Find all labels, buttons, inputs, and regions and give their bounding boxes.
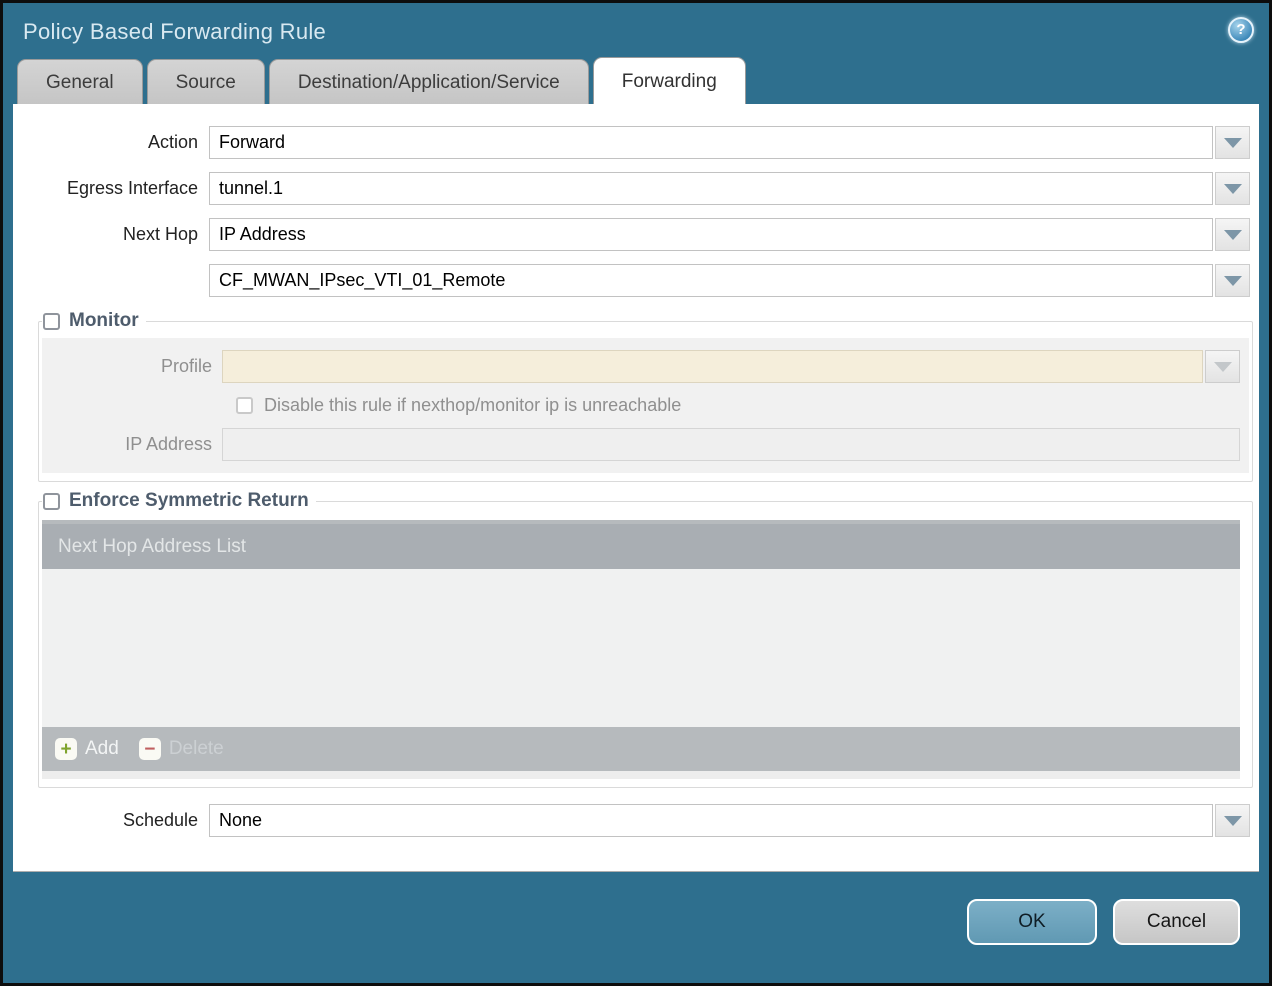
action-row: Action (13, 126, 1250, 159)
next-hop-address-input[interactable] (209, 264, 1213, 297)
chevron-down-icon (1224, 816, 1242, 826)
disable-rule-label: Disable this rule if nexthop/monitor ip … (264, 395, 681, 416)
monitor-profile-label: Profile (42, 356, 222, 377)
egress-interface-field (209, 172, 1250, 205)
monitor-legend-label: Monitor (69, 310, 139, 332)
next-hop-address-row (13, 264, 1250, 297)
add-button[interactable]: + Add (55, 738, 119, 760)
tab-destination-application-service[interactable]: Destination/Application/Service (269, 59, 589, 104)
next-hop-label: Next Hop (13, 224, 209, 245)
delete-button-label: Delete (169, 738, 224, 760)
schedule-label: Schedule (13, 810, 209, 831)
symmetric-return-legend: Enforce Symmetric Return (42, 490, 316, 512)
symmetric-return-checkbox[interactable] (43, 493, 60, 510)
chevron-down-icon (1224, 276, 1242, 286)
schedule-dropdown-button[interactable] (1215, 804, 1250, 837)
monitor-checkbox[interactable] (43, 313, 60, 330)
forwarding-tab-panel: Action Egress Interface Next Hop (13, 104, 1259, 872)
next-hop-type-dropdown-button[interactable] (1215, 218, 1250, 251)
tab-forwarding[interactable]: Forwarding (593, 57, 746, 104)
action-input[interactable] (209, 126, 1213, 159)
monitor-ip-address-field (222, 428, 1240, 461)
monitor-profile-input (222, 350, 1203, 383)
egress-interface-label: Egress Interface (13, 178, 209, 199)
monitor-group: Profile Disable this rule if nexthop/mon… (42, 338, 1249, 473)
next-hop-address-list-header: Next Hop Address List (42, 524, 1240, 569)
monitor-legend: Monitor (42, 310, 146, 332)
chevron-down-icon (1224, 230, 1242, 240)
chevron-down-icon (1224, 184, 1242, 194)
schedule-row: Schedule (13, 804, 1250, 837)
disable-rule-checkbox (236, 397, 253, 414)
table-bottom-strip (42, 771, 1240, 779)
help-icon[interactable]: ? (1228, 17, 1254, 43)
monitor-ip-address-label: IP Address (42, 434, 222, 455)
chevron-down-icon (1224, 138, 1242, 148)
next-hop-address-list-toolbar: + Add − Delete (42, 727, 1240, 771)
next-hop-type-field (209, 218, 1250, 251)
monitor-ip-address-input (222, 428, 1240, 461)
chevron-down-icon (1214, 362, 1232, 372)
delete-button: − Delete (139, 738, 224, 760)
dialog-title: Policy Based Forwarding Rule (23, 19, 1269, 45)
monitor-profile-dropdown-button (1205, 350, 1240, 383)
next-hop-address-dropdown-button[interactable] (1215, 264, 1250, 297)
minus-icon: − (139, 738, 161, 760)
monitor-profile-field (222, 350, 1240, 383)
egress-interface-row: Egress Interface (13, 172, 1250, 205)
tab-bar: General Source Destination/Application/S… (17, 57, 1269, 104)
next-hop-row: Next Hop (13, 218, 1250, 251)
plus-icon: + (55, 738, 77, 760)
disable-rule-row: Disable this rule if nexthop/monitor ip … (236, 395, 1240, 416)
egress-interface-dropdown-button[interactable] (1215, 172, 1250, 205)
schedule-input[interactable] (209, 804, 1213, 837)
dialog-footer: OK Cancel (3, 872, 1269, 945)
add-button-label: Add (85, 738, 119, 760)
dialog-titlebar: Policy Based Forwarding Rule ? (3, 3, 1269, 51)
action-field (209, 126, 1250, 159)
action-dropdown-button[interactable] (1215, 126, 1250, 159)
action-label: Action (13, 132, 209, 153)
symmetric-return-legend-label: Enforce Symmetric Return (69, 490, 309, 512)
monitor-fieldset: Monitor Profile Disable this rule if nex… (38, 310, 1253, 482)
schedule-field (209, 804, 1250, 837)
next-hop-address-list-table: Next Hop Address List + Add − Delete (42, 520, 1240, 779)
egress-interface-input[interactable] (209, 172, 1213, 205)
symmetric-return-fieldset: Enforce Symmetric Return Next Hop Addres… (38, 490, 1253, 788)
tab-source[interactable]: Source (147, 59, 265, 104)
tab-general[interactable]: General (17, 59, 143, 104)
monitor-profile-row: Profile (42, 350, 1240, 383)
ok-button[interactable]: OK (967, 899, 1097, 945)
cancel-button[interactable]: Cancel (1113, 899, 1240, 945)
next-hop-address-field (209, 264, 1250, 297)
next-hop-type-input[interactable] (209, 218, 1213, 251)
monitor-ip-address-row: IP Address (42, 428, 1240, 461)
next-hop-address-list-body[interactable] (42, 569, 1240, 727)
pbf-rule-dialog: { "dialog": { "title": "Policy Based For… (0, 0, 1272, 986)
